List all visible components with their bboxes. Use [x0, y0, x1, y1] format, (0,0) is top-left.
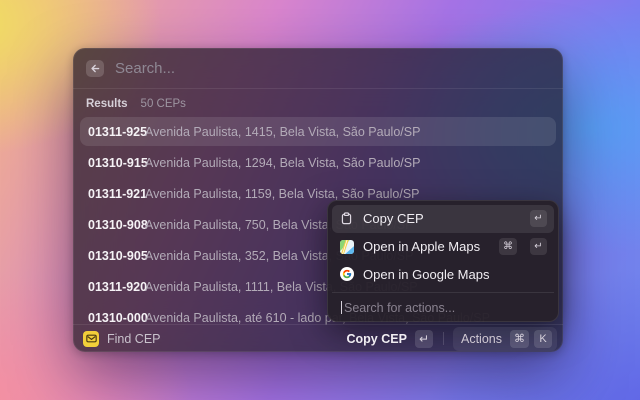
app-name: Find CEP: [107, 332, 161, 346]
results-header: Results 50 CEPs: [73, 89, 563, 115]
status-bar: Find CEP Copy CEP ↵ Actions ⌘ K: [73, 324, 563, 352]
cep-code: 01311-920: [88, 280, 137, 294]
cmd-key-badge: ⌘: [510, 330, 529, 348]
action-label: Copy CEP: [363, 211, 521, 226]
footer-divider: [443, 332, 444, 345]
list-item[interactable]: 01311-925 Avenida Paulista, 1415, Bela V…: [80, 117, 556, 146]
clipboard-icon: [339, 211, 354, 226]
cep-address: Avenida Paulista, 1159, Bela Vista, São …: [145, 187, 420, 201]
google-maps-icon: [339, 267, 354, 282]
cep-code: 01310-905: [88, 249, 137, 263]
cmd-key-badge: ⌘: [499, 238, 517, 255]
actions-search-field[interactable]: Search for actions...: [332, 292, 554, 322]
k-key-badge: K: [534, 330, 552, 348]
find-cep-app-icon: [83, 331, 99, 347]
action-open-google-maps[interactable]: Open in Google Maps: [332, 261, 554, 289]
cep-address: Avenida Paulista, 1294, Bela Vista, São …: [145, 156, 420, 170]
results-label: Results: [86, 98, 128, 110]
enter-key-badge: ↵: [530, 210, 547, 227]
apple-maps-icon: [339, 239, 354, 254]
cep-code: 01311-921: [88, 187, 137, 201]
raycast-window: Results 50 CEPs 01311-925 Avenida Paulis…: [73, 48, 563, 352]
action-copy-cep[interactable]: Copy CEP ↵: [332, 205, 554, 233]
list-item[interactable]: 01310-915 Avenida Paulista, 1294, Bela V…: [80, 148, 556, 177]
action-label: Open in Apple Maps: [363, 239, 490, 254]
enter-key-badge: ↵: [415, 330, 433, 348]
primary-action-label[interactable]: Copy CEP: [347, 332, 407, 346]
action-open-apple-maps[interactable]: Open in Apple Maps ⌘ ↵: [332, 233, 554, 261]
action-label: Open in Google Maps: [363, 267, 547, 282]
back-button[interactable]: [86, 60, 104, 77]
cep-code: 01310-908: [88, 218, 137, 232]
cep-code: 01310-915: [88, 156, 137, 170]
actions-label: Actions: [461, 332, 502, 346]
cep-code: 01311-925: [88, 125, 137, 139]
actions-button[interactable]: Actions ⌘ K: [453, 327, 557, 351]
results-count: 50 CEPs: [141, 98, 186, 110]
search-input[interactable]: [115, 60, 550, 77]
cep-address: Avenida Paulista, 1415, Bela Vista, São …: [145, 125, 420, 139]
text-caret: [341, 301, 342, 314]
search-bar: [73, 48, 563, 89]
actions-search-placeholder: Search for actions...: [344, 301, 455, 315]
arrow-left-icon: [90, 63, 101, 74]
enter-key-badge: ↵: [530, 238, 547, 255]
cep-code: 01310-000: [88, 311, 137, 325]
action-panel: Copy CEP ↵ Open in Apple Maps ⌘ ↵: [327, 200, 559, 322]
